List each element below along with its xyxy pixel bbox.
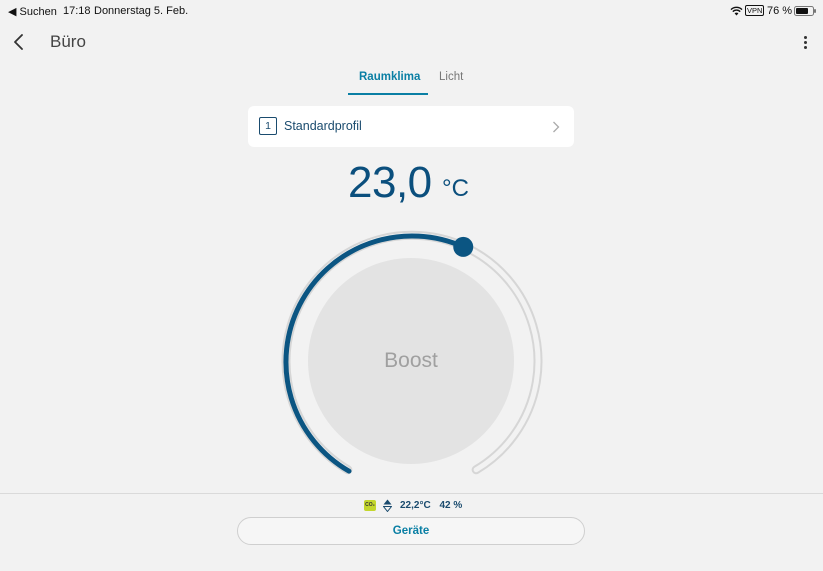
- battery-percent: 76 %: [767, 5, 793, 17]
- status-bar: ◀ Suchen 17:18 Donnerstag 5. Feb. VPN 76…: [0, 0, 823, 22]
- tab-licht[interactable]: Licht: [439, 71, 463, 83]
- active-tab-indicator: [348, 93, 428, 95]
- boost-button[interactable]: Boost: [308, 258, 514, 464]
- profile-selector[interactable]: 1 Standardprofil: [248, 106, 574, 147]
- profile-name: Standardprofil: [284, 119, 362, 133]
- divider: [0, 493, 823, 494]
- status-time: 17:18: [63, 5, 91, 17]
- more-menu-icon[interactable]: [803, 35, 807, 51]
- devices-button[interactable]: Geräte: [237, 517, 585, 545]
- sensor-readings: 22,2°C 42 %: [400, 500, 462, 511]
- temperature-unit: °C: [442, 175, 469, 202]
- co2-badge-icon: CO₂: [364, 500, 376, 511]
- back-chevron-icon[interactable]: [12, 34, 26, 50]
- humidity: 42 %: [439, 500, 463, 511]
- status-date: Donnerstag 5. Feb.: [94, 5, 189, 17]
- boost-label: Boost: [384, 349, 438, 372]
- dial-knob[interactable]: [453, 236, 474, 257]
- room-temperature: 22,2°C: [400, 500, 431, 511]
- battery-icon: [794, 6, 816, 16]
- back-to-app-link[interactable]: ◀ Suchen: [8, 5, 57, 18]
- profile-number: 1: [259, 117, 277, 135]
- devices-button-label: Geräte: [392, 525, 430, 537]
- wifi-icon: [730, 6, 743, 16]
- chevron-right-icon: [553, 121, 560, 133]
- tab-raumklima[interactable]: Raumklima: [359, 71, 420, 83]
- temperature-trend-icon: [383, 499, 392, 512]
- page-title: Büro: [50, 32, 86, 51]
- vpn-badge: VPN: [745, 5, 765, 16]
- target-temperature: 23,0: [348, 158, 432, 207]
